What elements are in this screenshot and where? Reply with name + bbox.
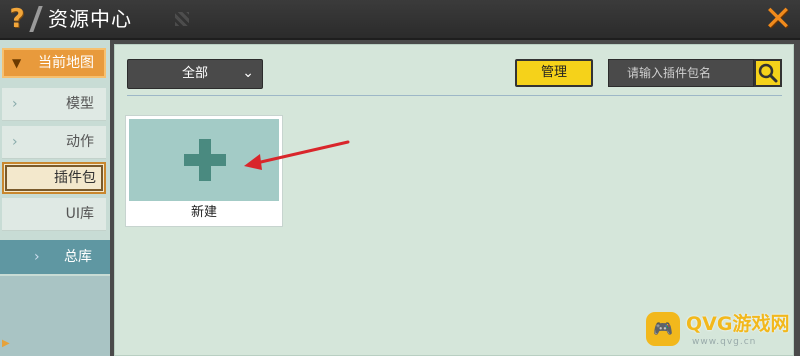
annotation-arrow-icon <box>244 140 350 170</box>
sidebar-item-current-map[interactable]: ▼ 当前地图 <box>2 48 106 78</box>
filter-dropdown[interactable]: 全部 ⌄ <box>127 59 263 89</box>
watermark: 🎮 QVG游戏网 www.qvg.cn <box>640 308 796 352</box>
watermark-brand: QVG游戏网 <box>686 313 790 335</box>
title-bar: ? 资源中心 ✕ <box>0 0 800 40</box>
filter-value: 全部 <box>182 66 209 81</box>
toolbar-divider <box>127 95 782 96</box>
gamepad-icon: 🎮 <box>646 312 680 346</box>
sidebar-item-model[interactable]: › 模型 <box>2 88 106 121</box>
sidebar-lower-area <box>0 276 110 356</box>
sidebar-item-action[interactable]: › 动作 <box>2 126 106 159</box>
card-label: 新建 <box>190 205 217 220</box>
search-button[interactable] <box>754 59 782 87</box>
chevron-right-icon: › <box>12 96 18 112</box>
sidebar-item-total-library[interactable]: › 总库 <box>0 240 110 274</box>
title-decoration <box>175 12 189 26</box>
chevron-right-icon[interactable]: ▶ <box>2 338 10 349</box>
plus-icon-bar <box>184 154 226 166</box>
sidebar-item-label: 模型 <box>66 96 94 112</box>
sidebar-item-ui-library[interactable]: UI库 <box>2 198 106 231</box>
chevron-down-icon: ▼ <box>12 56 22 70</box>
help-icon[interactable]: ? <box>2 3 32 35</box>
chevron-right-icon: › <box>12 134 18 150</box>
search-icon <box>758 63 778 83</box>
sidebar-item-plugin-pack[interactable]: 插件包 <box>2 162 106 194</box>
watermark-url: www.qvg.cn <box>692 337 757 347</box>
manage-button[interactable]: 管理 <box>515 59 593 87</box>
window-title: 资源中心 <box>48 7 132 31</box>
sidebar-item-label: 插件包 <box>54 170 96 186</box>
sidebar-item-label: 当前地图 <box>38 55 94 71</box>
sidebar-item-label: 总库 <box>64 249 92 265</box>
close-button[interactable]: ✕ <box>760 2 796 36</box>
search-input[interactable]: 请输入插件包名 <box>608 59 754 87</box>
chevron-down-icon: ⌄ <box>242 65 254 81</box>
chevron-right-icon: › <box>34 249 40 265</box>
sidebar-item-label: 动作 <box>66 134 94 150</box>
sidebar: ▼ 当前地图 › 模型 › 动作 插件包 UI库 › 总库 ▶ <box>0 40 110 356</box>
sidebar-item-label: UI库 <box>65 206 94 222</box>
